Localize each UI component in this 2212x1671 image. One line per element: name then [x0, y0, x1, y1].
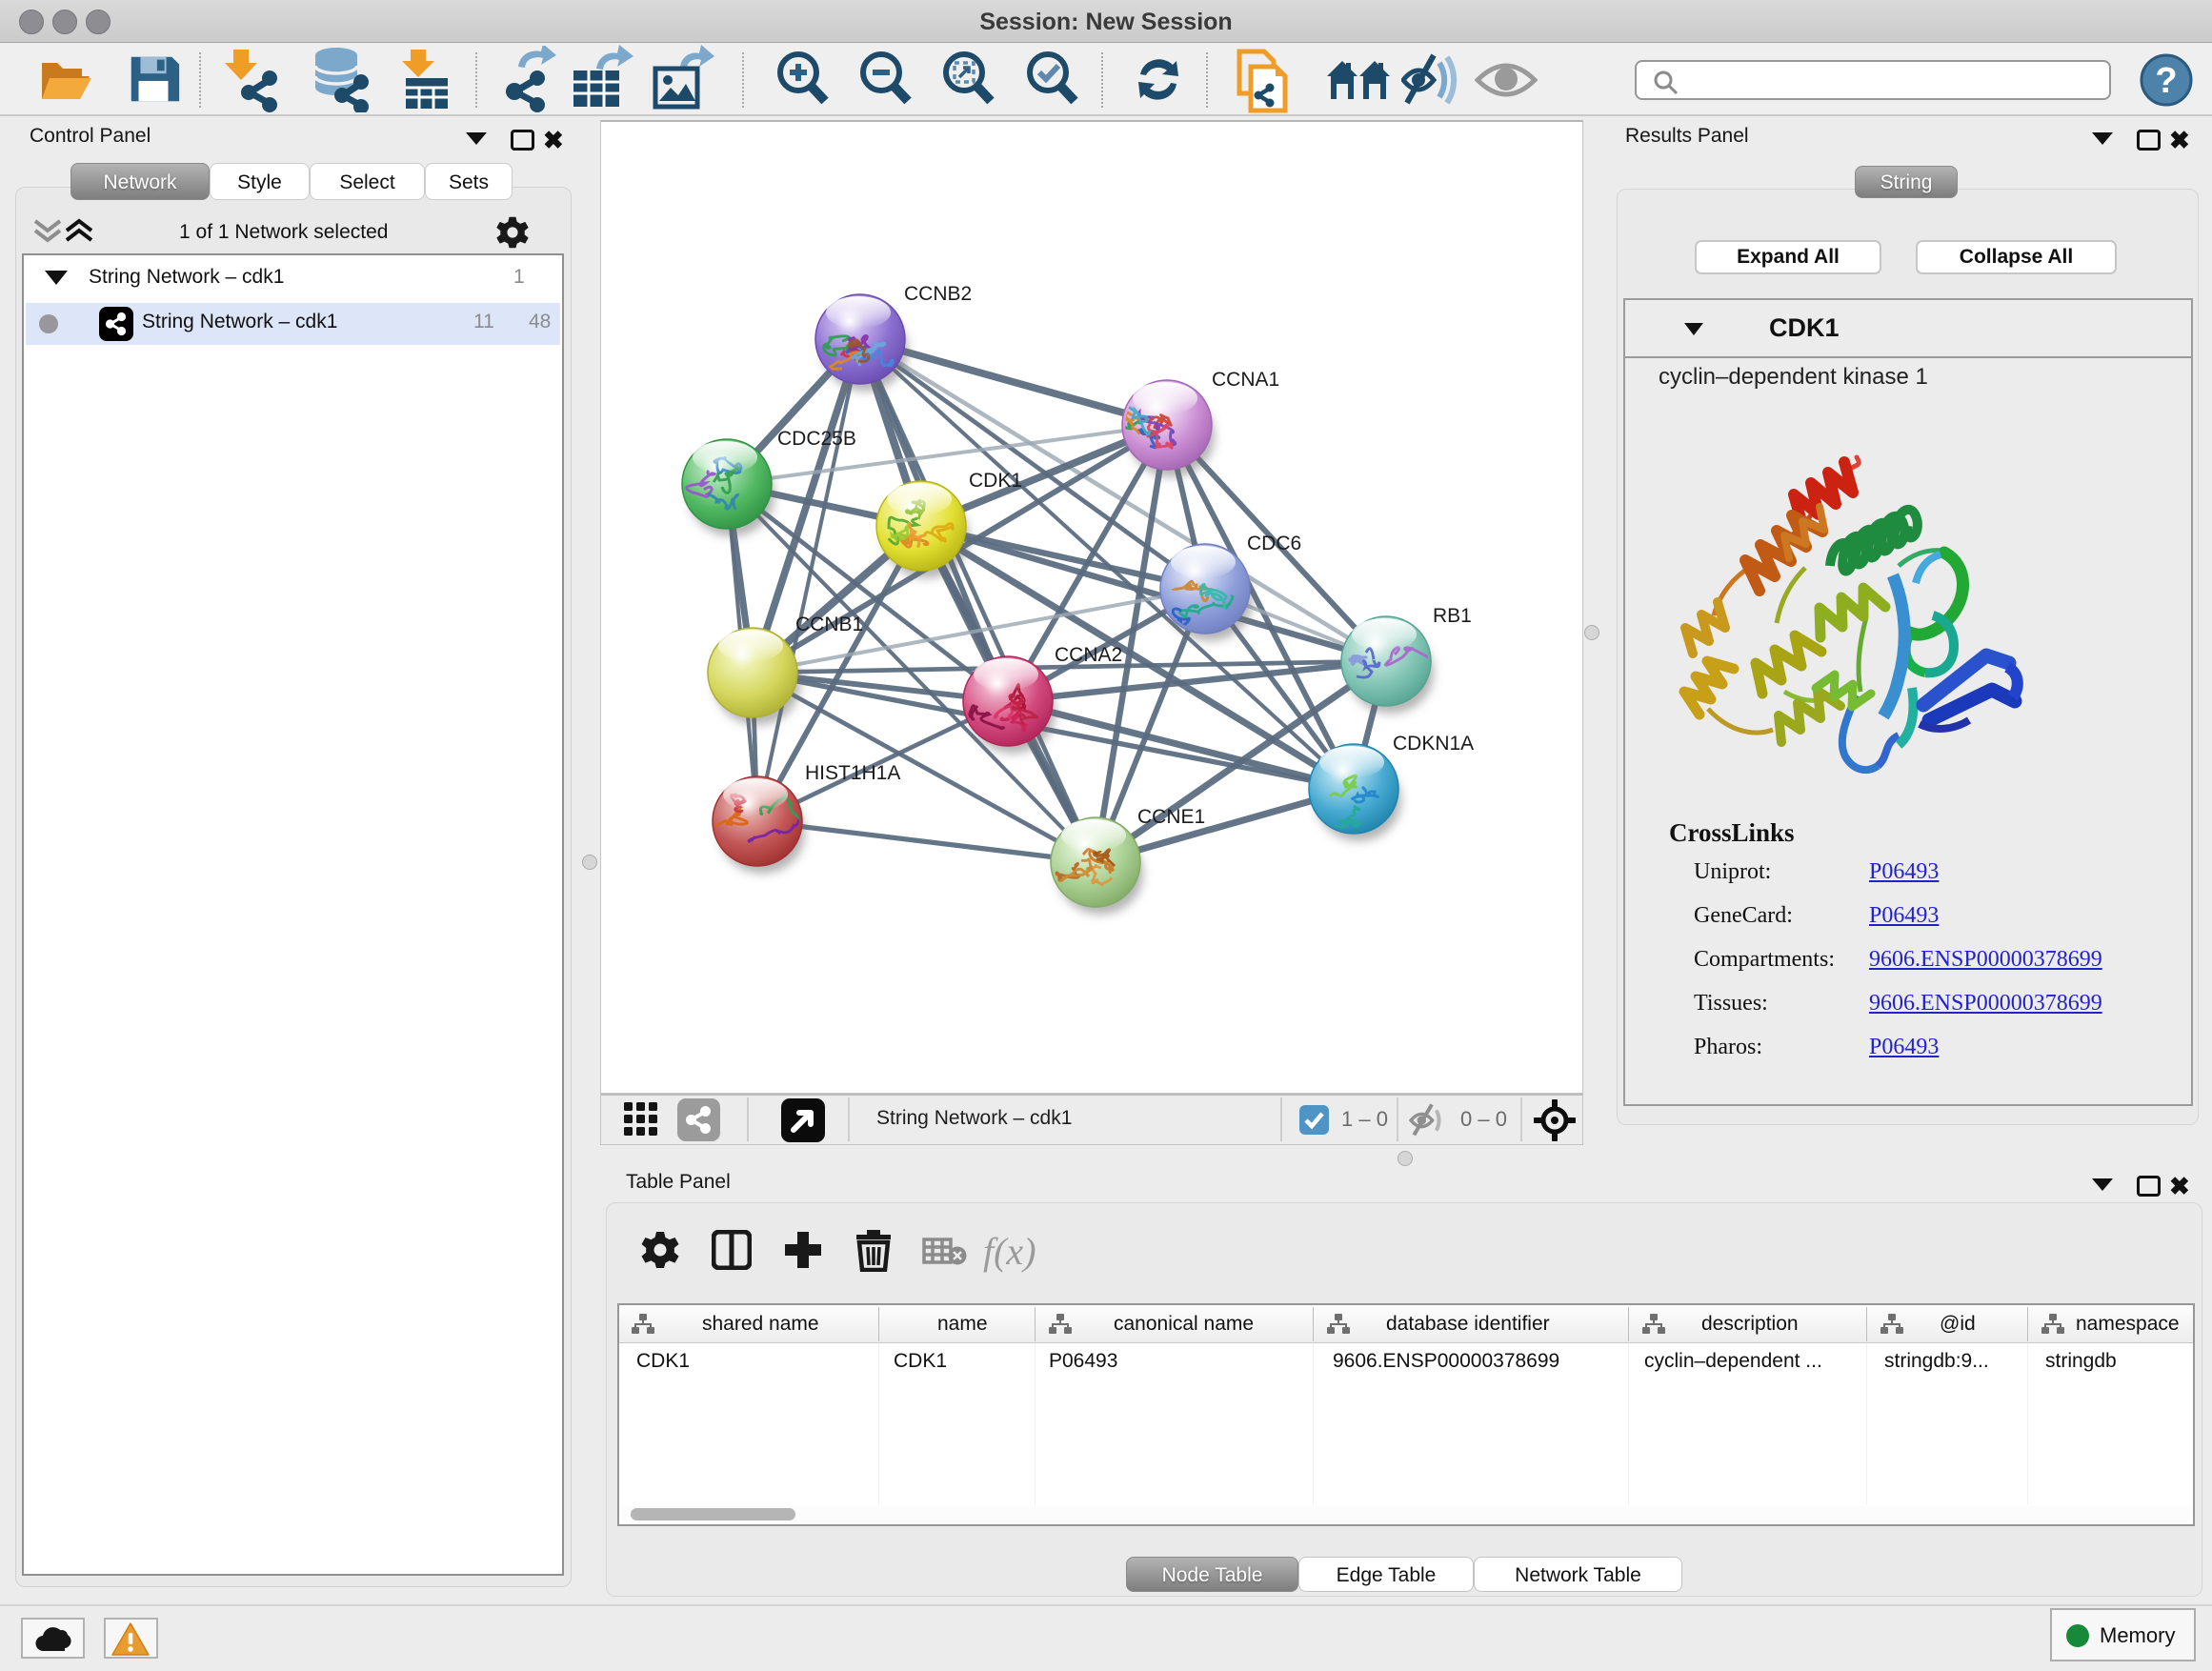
svg-text:CCNA1: CCNA1: [1212, 369, 1279, 391]
svg-text:CCNB2: CCNB2: [904, 283, 972, 305]
svg-text:CDC25B: CDC25B: [777, 428, 856, 450]
svg-text:CDC6: CDC6: [1247, 533, 1301, 554]
svg-text:CCNB1: CCNB1: [795, 614, 863, 635]
svg-text:CDK1: CDK1: [969, 470, 1022, 492]
svg-text:CDKN1A: CDKN1A: [1393, 733, 1474, 755]
svg-text:RB1: RB1: [1433, 605, 1472, 627]
svg-text:CCNE1: CCNE1: [1137, 806, 1205, 828]
svg-text:CCNA2: CCNA2: [1055, 644, 1122, 666]
svg-text:?: ?: [2155, 61, 2177, 101]
svg-text:HIST1H1A: HIST1H1A: [805, 762, 900, 784]
